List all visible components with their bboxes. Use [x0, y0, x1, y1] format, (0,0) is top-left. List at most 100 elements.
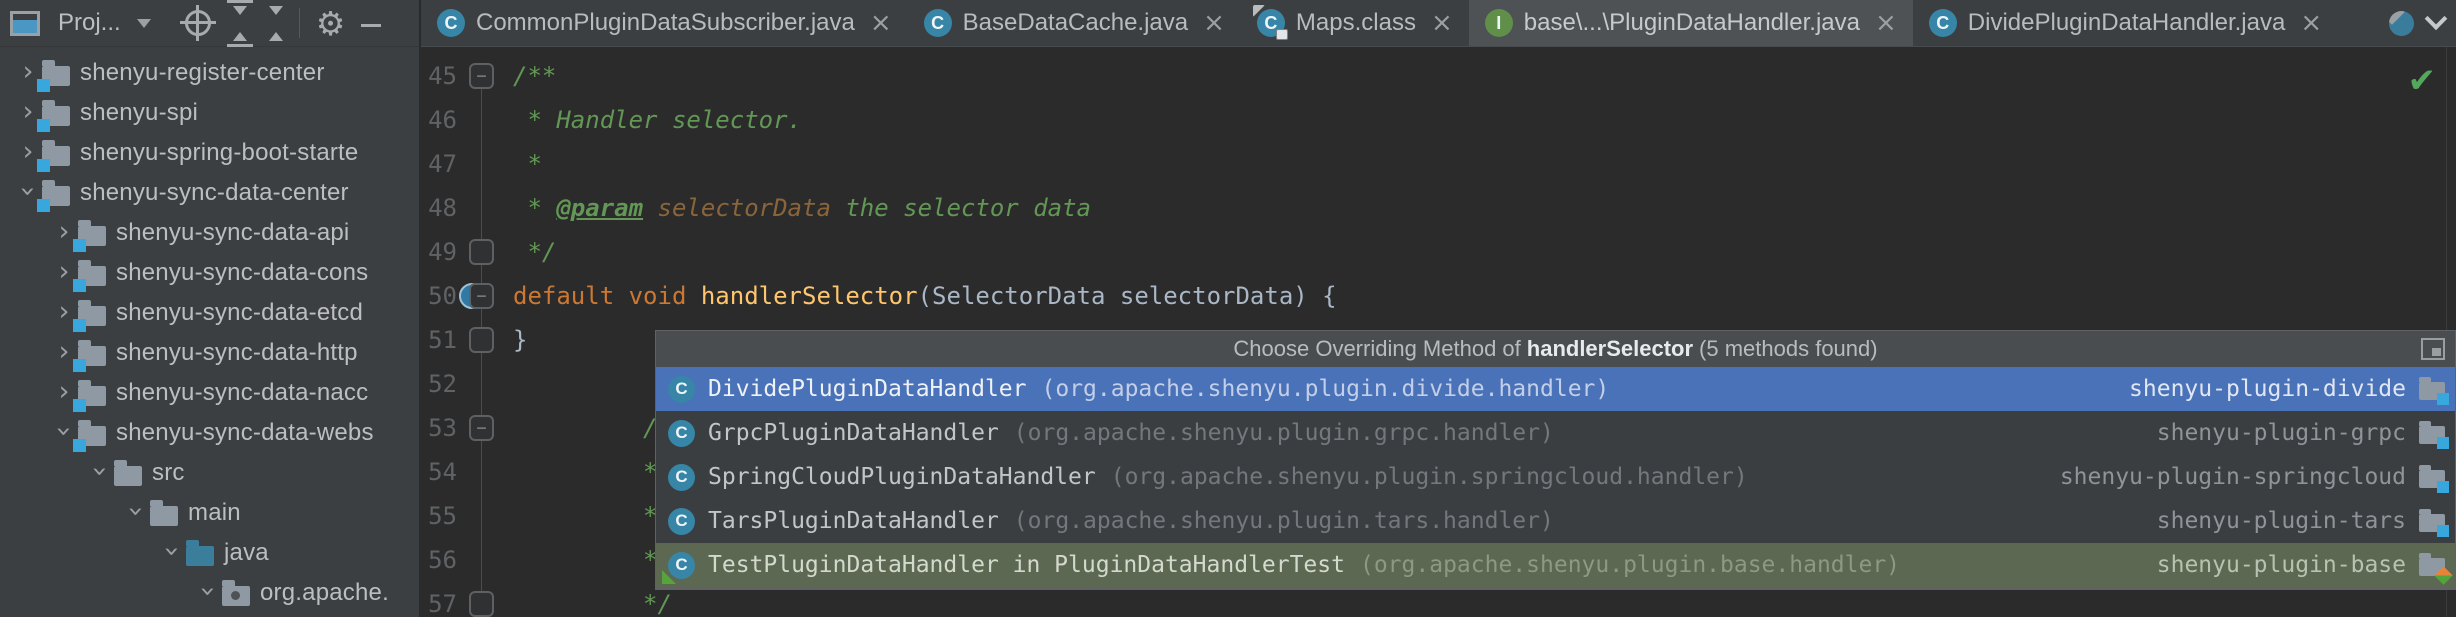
expand-all-icon[interactable]	[227, 0, 253, 47]
module-folder-icon	[2419, 558, 2445, 576]
code-text: * Handler selector.	[513, 98, 802, 142]
fold-marker[interactable]: −	[469, 415, 494, 441]
package-name: (org.apache.shenyu.plugin.divide.handler…	[1042, 376, 1610, 402]
module-name: shenyu-plugin-springcloud	[2060, 464, 2406, 490]
popup-title-prefix: Choose Overriding Method of	[1233, 336, 1520, 362]
ide-window: Proj... ⚙ › shenyu-register-center ›	[0, 0, 2456, 617]
tree-item-label: shenyu-sync-data-cons	[116, 259, 368, 287]
package-name: (org.apache.shenyu.plugin.springcloud.ha…	[1111, 464, 1748, 490]
method-list-item[interactable]: C TestPluginDataHandler in PluginDataHan…	[656, 543, 2455, 587]
class-name: TarsPluginDataHandler	[708, 508, 999, 534]
tree-item-label: shenyu-register-center	[80, 59, 325, 87]
show-hidden-tabs-icon[interactable]	[2425, 7, 2448, 30]
fold-marker[interactable]: −	[469, 283, 494, 309]
tab-bar-end	[2389, 0, 2456, 46]
project-toolbar: Proj... ⚙	[0, 0, 419, 47]
close-icon[interactable]: ×	[1203, 8, 1225, 38]
project-tool-window-icon[interactable]	[10, 11, 40, 36]
close-icon[interactable]: ×	[1431, 8, 1453, 38]
line-number: 54	[421, 450, 457, 494]
tree-item[interactable]: › main	[0, 493, 419, 533]
code-line: 48 * @param selectorData the selector da…	[421, 186, 2456, 230]
tree-item[interactable]: › shenyu-sync-data-webs	[0, 413, 419, 453]
tree-chevron-icon[interactable]: ›	[159, 537, 186, 565]
tree-item-label: shenyu-sync-data-webs	[116, 419, 374, 447]
code-text: */	[513, 582, 672, 617]
module-name: shenyu-plugin-divide	[2129, 376, 2406, 402]
tree-item[interactable]: › shenyu-sync-data-cons	[0, 253, 419, 293]
code-line: 50↓−default void handlerSelector(Selecto…	[421, 274, 2456, 318]
tree-item-label: shenyu-sync-data-nacc	[116, 379, 368, 407]
class-icon: C	[668, 508, 695, 535]
fold-marker[interactable]	[469, 239, 494, 265]
editor-tab[interactable]: C DividePluginDataHandler.java ×	[1913, 0, 2338, 46]
line-number: 47	[421, 142, 457, 186]
folder-icon	[186, 546, 214, 566]
line-number: 55	[421, 494, 457, 538]
toolbar-divider	[299, 8, 300, 38]
close-icon[interactable]: ×	[870, 8, 892, 38]
project-tool-window: Proj... ⚙ › shenyu-register-center ›	[0, 0, 420, 617]
tree-item[interactable]: › org.apache.	[0, 573, 419, 613]
open-as-tool-window-icon[interactable]	[2421, 338, 2445, 360]
tree-item[interactable]: › shenyu-spi	[0, 93, 419, 133]
tree-item[interactable]: › src	[0, 453, 419, 493]
code-text: }	[513, 318, 527, 362]
tree-item[interactable]: › shenyu-sync-data-etcd	[0, 293, 419, 333]
editor-tab[interactable]: C BaseDataCache.java ×	[908, 0, 1241, 46]
editor-tab[interactable]: C CommonPluginDataSubscriber.java ×	[421, 0, 908, 46]
fold-marker[interactable]	[469, 591, 494, 617]
tree-item[interactable]: › shenyu-sync-data-nacc	[0, 373, 419, 413]
method-list-item[interactable]: C GrpcPluginDataHandler (org.apache.shen…	[656, 411, 2455, 455]
fold-marker[interactable]: −	[469, 63, 494, 89]
tree-item[interactable]: › shenyu-register-center	[0, 53, 419, 93]
fold-marker[interactable]	[469, 327, 494, 353]
tree-item[interactable]: › shenyu-sync-data-api	[0, 213, 419, 253]
hide-panel-icon[interactable]	[361, 24, 381, 27]
folder-icon	[42, 66, 70, 86]
tree-chevron-icon[interactable]: ›	[123, 497, 150, 525]
tree-item[interactable]: › shenyu-sync-data-center	[0, 173, 419, 213]
code-text: */	[513, 230, 556, 274]
close-icon[interactable]: ×	[1875, 8, 1897, 38]
method-list-item[interactable]: C DividePluginDataHandler (org.apache.sh…	[656, 367, 2455, 411]
line-number: 45	[421, 54, 457, 98]
line-number: 49	[421, 230, 457, 274]
class-name: SpringCloudPluginDataHandler	[708, 464, 1096, 490]
popup-title-method: handlerSelector	[1527, 336, 1693, 362]
tree-item[interactable]: › shenyu-sync-data-http	[0, 333, 419, 373]
folder-icon	[78, 386, 106, 406]
class-icon: C	[668, 464, 695, 491]
editor-tab[interactable]: C Maps.class ×	[1241, 0, 1469, 46]
chevron-down-icon[interactable]	[137, 19, 151, 35]
tree-item[interactable]: › shenyu-spring-boot-starte	[0, 133, 419, 173]
class-icon: C	[668, 552, 695, 579]
line-number: 46	[421, 98, 457, 142]
tree-item-label: main	[188, 499, 241, 527]
line-number: 57	[421, 582, 457, 617]
tree-item[interactable]: › java	[0, 533, 419, 573]
popup-title-suffix: (5 methods found)	[1699, 336, 1878, 362]
popup-header: Choose Overriding Method of handlerSelec…	[656, 331, 2455, 367]
collapse-all-icon[interactable]	[269, 6, 283, 41]
code-text: default void handlerSelector(SelectorDat…	[513, 274, 1337, 318]
tree-chevron-icon[interactable]: ›	[87, 457, 114, 485]
method-list-item[interactable]: C TarsPluginDataHandler (org.apache.shen…	[656, 499, 2455, 543]
editor-tab[interactable]: I base\...\PluginDataHandler.java ×	[1469, 0, 1913, 46]
locate-file-icon[interactable]	[185, 10, 211, 36]
close-icon[interactable]: ×	[2300, 8, 2322, 38]
file-type-icon: I	[1485, 9, 1513, 37]
folder-icon	[42, 106, 70, 126]
tree-chevron-icon[interactable]: ›	[195, 577, 222, 605]
module-folder-icon	[2419, 426, 2445, 444]
folder-icon	[150, 506, 178, 526]
project-view-selector[interactable]: Proj...	[58, 9, 121, 37]
module-name: shenyu-plugin-base	[2157, 552, 2406, 578]
method-list-item[interactable]: C SpringCloudPluginDataHandler (org.apac…	[656, 455, 2455, 499]
tree-item-label: shenyu-spi	[80, 99, 198, 127]
file-type-icon: C	[924, 9, 952, 37]
folder-icon	[42, 186, 70, 206]
folder-icon	[78, 306, 106, 326]
folder-icon	[78, 266, 106, 286]
settings-gear-icon[interactable]: ⚙	[316, 7, 346, 40]
